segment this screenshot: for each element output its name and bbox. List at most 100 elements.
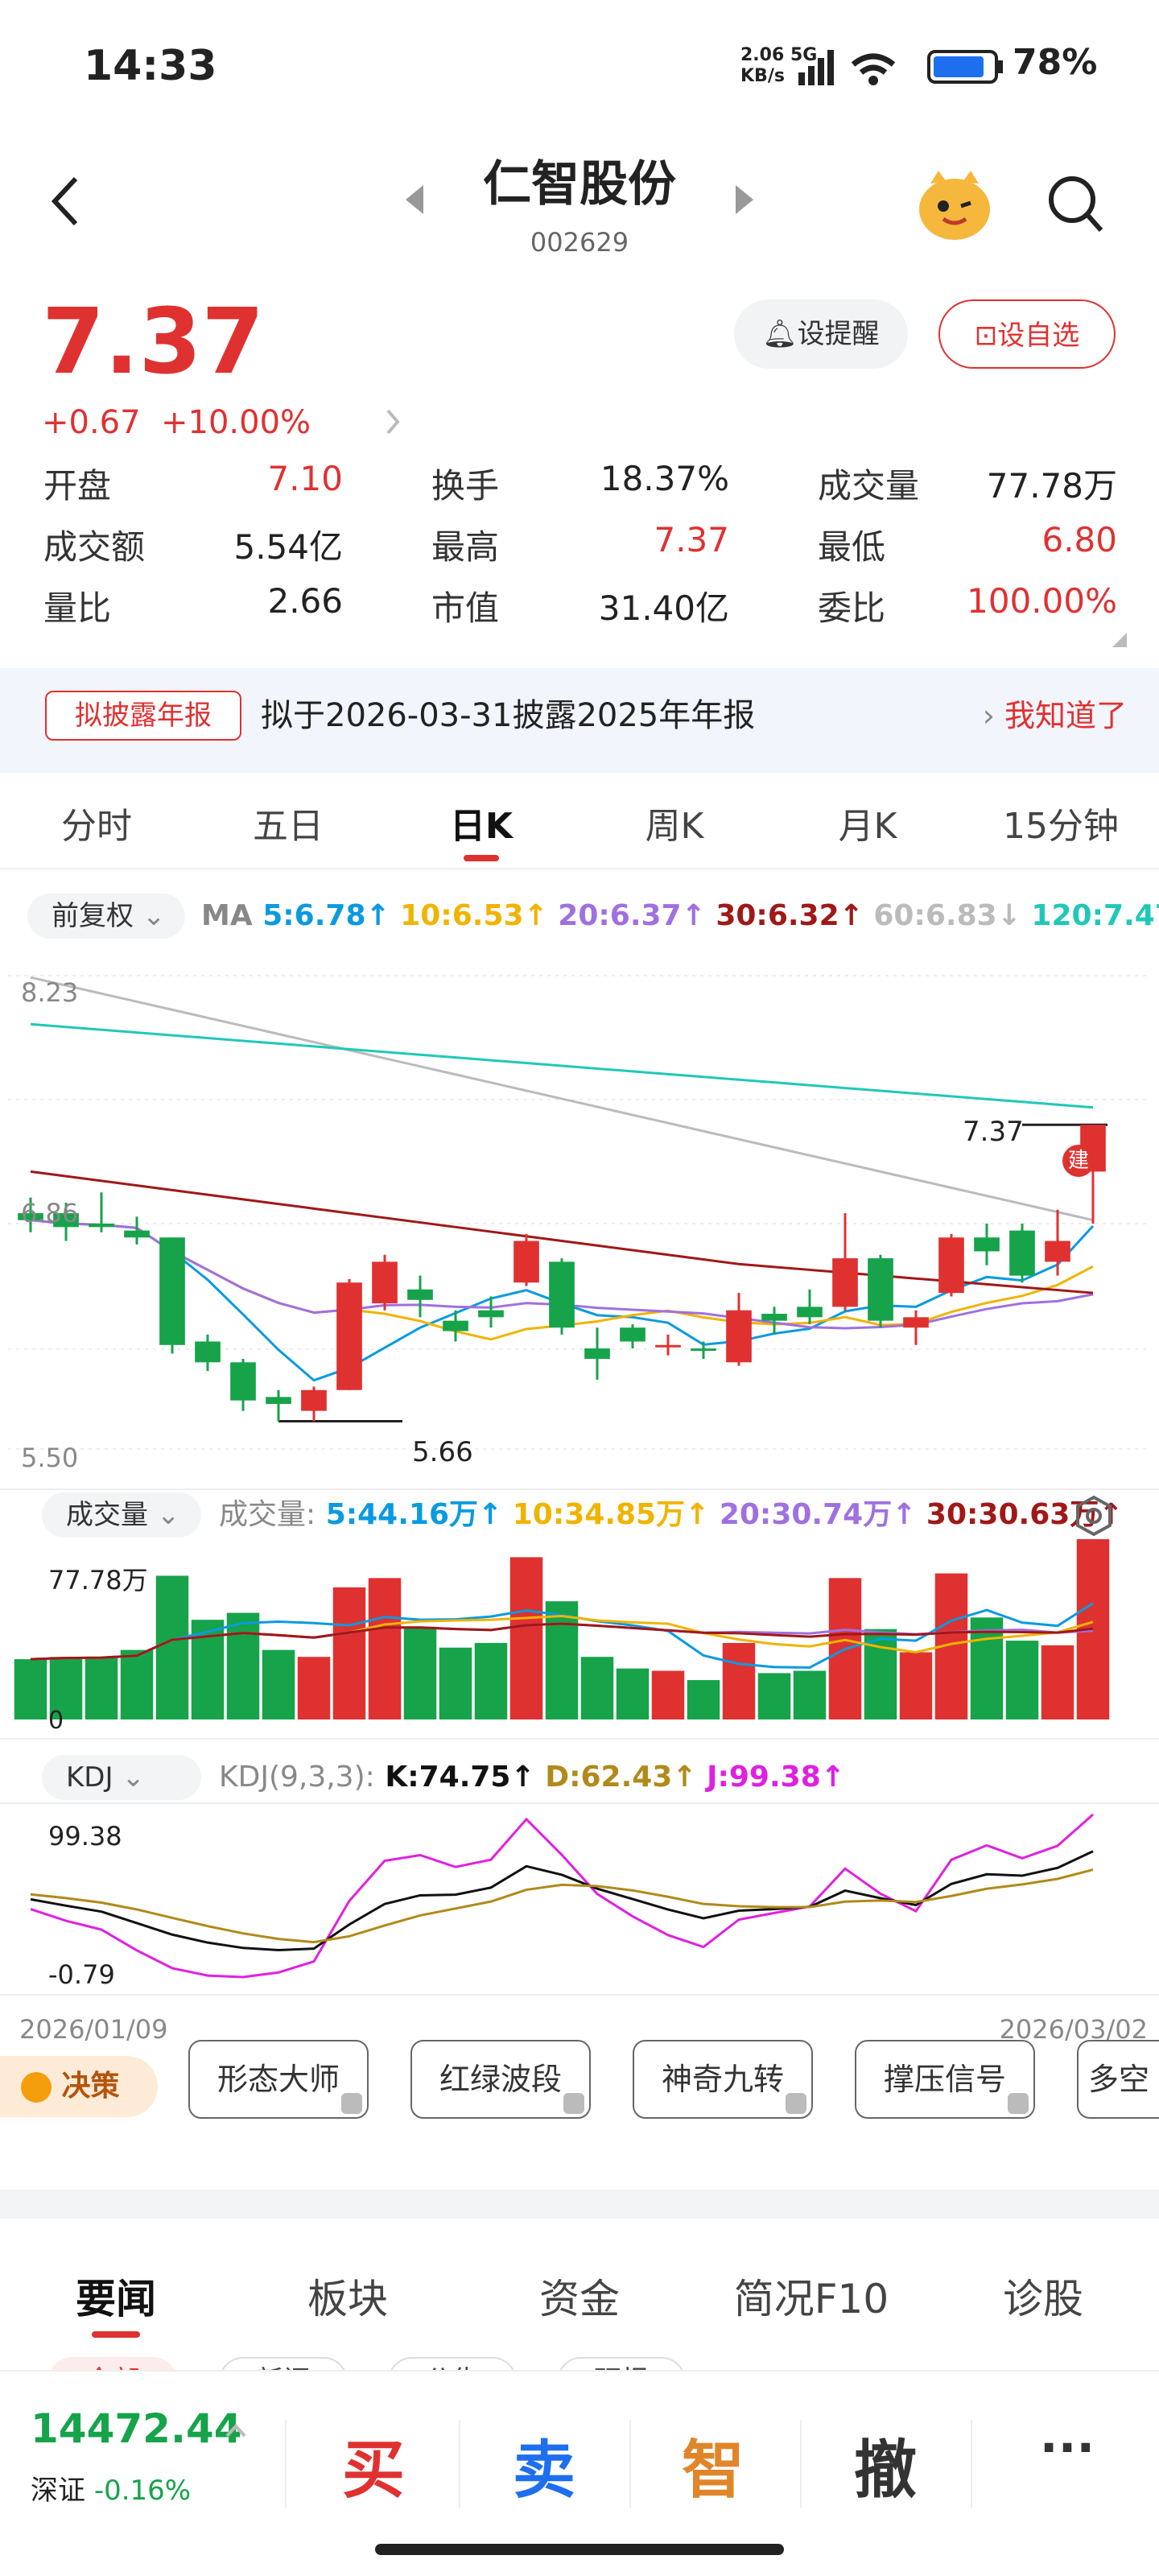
ma20-value: 20:6.37 bbox=[558, 899, 682, 932]
decision-button[interactable]: 决策 bbox=[0, 2056, 158, 2117]
stat-value: 7.37 bbox=[654, 520, 729, 559]
sell-button[interactable]: 卖 bbox=[464, 2420, 625, 2510]
kdj-j-value: J:99.38 bbox=[707, 1761, 821, 1794]
watchlist-icon: ⊡ bbox=[974, 320, 998, 352]
tool-magic-nine[interactable]: 神奇九转 bbox=[633, 2040, 813, 2119]
y-max-label: 8.23 bbox=[21, 977, 79, 1008]
volume-bar bbox=[120, 1649, 154, 1719]
tab-sectors[interactable]: 板块 bbox=[267, 2267, 428, 2325]
tab-f10[interactable]: 简况F10 bbox=[731, 2267, 892, 2325]
period-tabs: 分时 五日 日K 周K 月K 15分钟 bbox=[0, 781, 1159, 869]
stat-value: 7.10 bbox=[267, 459, 343, 498]
cancel-order-button[interactable]: 撤 bbox=[805, 2420, 966, 2510]
tab-monthly-k[interactable]: 月K bbox=[787, 797, 948, 848]
candle-body bbox=[89, 1224, 114, 1228]
stat-value: 77.78万 bbox=[986, 466, 1117, 506]
tab-diagnose[interactable]: 诊股 bbox=[963, 2267, 1124, 2325]
candle-body bbox=[159, 1237, 185, 1345]
expand-corner-icon[interactable] bbox=[1111, 631, 1128, 649]
stat-value: 6.80 bbox=[1041, 520, 1117, 559]
tab-15min[interactable]: 15分钟 bbox=[980, 797, 1141, 848]
candle-body bbox=[443, 1320, 468, 1331]
add-watchlist-button[interactable]: ⊡设自选 bbox=[938, 299, 1116, 369]
stat-label: 最低 bbox=[818, 527, 886, 567]
dismiss-notice-button[interactable]: › 我知道了 bbox=[983, 691, 1127, 741]
status-bar: 14:33 2.06 5G KB/s 78% bbox=[0, 0, 1159, 137]
tab-headlines[interactable]: 要闻 bbox=[35, 2267, 196, 2325]
stat-label: 成交量 bbox=[818, 466, 920, 506]
volume-ma-legend: 成交量: 5:44.16万↑ 10:34.85万↑ 20:30.74万↑ 30:… bbox=[219, 1498, 1124, 1531]
index-info: 深证 -0.16% bbox=[31, 2475, 192, 2507]
kdj-max-label: 99.38 bbox=[48, 1821, 122, 1852]
set-alert-button[interactable]: 🔔︎设提醒 bbox=[734, 299, 908, 369]
candle-body bbox=[124, 1230, 150, 1238]
tool-pattern-master[interactable]: 形态大师 bbox=[188, 2040, 369, 2119]
ma60-value: 60:6.83 bbox=[873, 899, 997, 932]
candle-body bbox=[868, 1258, 893, 1321]
smart-button[interactable]: 智 bbox=[633, 2420, 794, 2510]
chevron-right-icon[interactable] bbox=[383, 407, 402, 436]
volume-bar bbox=[14, 1659, 47, 1719]
volume-bar bbox=[368, 1578, 402, 1719]
more-button[interactable]: ··· bbox=[987, 2420, 1148, 2476]
tab-weekly-k[interactable]: 周K bbox=[594, 797, 755, 848]
kdj-selector[interactable]: KDJ ⌄ bbox=[42, 1755, 201, 1800]
tool-long-short[interactable]: 多空 bbox=[1077, 2040, 1159, 2119]
clock: 14:33 bbox=[84, 42, 217, 90]
adjust-selector[interactable]: 前复权 ⌄ bbox=[27, 894, 185, 939]
decision-icon bbox=[21, 2072, 52, 2103]
volume-bar bbox=[651, 1670, 685, 1719]
volume-bar bbox=[757, 1673, 791, 1719]
tool-red-green-band[interactable]: 红绿波段 bbox=[410, 2040, 591, 2119]
candle-body bbox=[514, 1241, 539, 1283]
candle-body bbox=[691, 1348, 716, 1352]
tab-daily-k[interactable]: 日K bbox=[401, 797, 562, 848]
stat-value: 100.00% bbox=[967, 581, 1117, 621]
candle-body bbox=[584, 1348, 610, 1359]
candle-body bbox=[336, 1282, 362, 1390]
tab-five-day[interactable]: 五日 bbox=[208, 797, 369, 848]
stat-value: 18.37% bbox=[600, 459, 729, 498]
build-position-badge[interactable]: 建 bbox=[1062, 1145, 1095, 1177]
tool-support-resistance[interactable]: 撑压信号 bbox=[855, 2040, 1035, 2119]
stat-value: 31.40亿 bbox=[598, 588, 729, 628]
chevron-down-icon: ⌄ bbox=[142, 900, 166, 932]
vol-ma10-value: 10:34.85万 bbox=[512, 1498, 686, 1531]
lock-icon bbox=[1008, 2093, 1029, 2114]
search-icon[interactable] bbox=[1045, 172, 1106, 237]
news-tabs: 要闻 板块 资金 简况F10 诊股 全部 新闻 公告 研报 bbox=[0, 2219, 1159, 2405]
buy-button[interactable]: 买 bbox=[293, 2420, 454, 2510]
current-price: 7.37 bbox=[42, 290, 265, 394]
ma5-value: 5:6.78 bbox=[262, 899, 366, 932]
tab-timeshare[interactable]: 分时 bbox=[16, 797, 177, 848]
ma10-value: 10:6.53 bbox=[400, 899, 524, 932]
volume-bar bbox=[439, 1647, 472, 1719]
chevron-up-icon bbox=[225, 2424, 246, 2438]
stat-label: 成交额 bbox=[43, 527, 146, 567]
volume-bar bbox=[687, 1680, 720, 1719]
tab-funds[interactable]: 资金 bbox=[499, 2267, 660, 2325]
ma-legend: MA 5:6.78↑ 10:6.53↑ 20:6.37↑ 30:6.32↑ 60… bbox=[201, 894, 1159, 939]
volume-bar bbox=[580, 1657, 614, 1719]
stat-label: 量比 bbox=[43, 588, 112, 628]
candle-body bbox=[903, 1317, 929, 1328]
candle-body bbox=[726, 1310, 752, 1363]
lock-icon bbox=[786, 2093, 806, 2114]
volume-bar bbox=[332, 1587, 366, 1719]
settings-icon[interactable] bbox=[1072, 1494, 1116, 1538]
volume-bar bbox=[262, 1649, 295, 1719]
high-marker-label: 7.37 bbox=[963, 1116, 1024, 1148]
index-value[interactable]: 14472.44 bbox=[31, 2405, 242, 2452]
next-stock-icon[interactable] bbox=[732, 182, 757, 217]
candle-body bbox=[1009, 1230, 1035, 1276]
ma60-line bbox=[30, 976, 1094, 1222]
volume-max-label: 77.78万 bbox=[48, 1565, 148, 1596]
volume-selector[interactable]: 成交量 ⌄ bbox=[42, 1492, 201, 1538]
mascot-icon[interactable] bbox=[914, 166, 995, 243]
y-mid-label: 6.86 bbox=[21, 1198, 79, 1228]
section-gap bbox=[0, 2190, 1159, 2219]
candle-body bbox=[195, 1341, 221, 1363]
notice-text: 拟于2026-03-31披露2025年年报 bbox=[261, 697, 756, 734]
candle-body bbox=[938, 1237, 964, 1294]
stat-value: 5.54亿 bbox=[233, 527, 343, 567]
